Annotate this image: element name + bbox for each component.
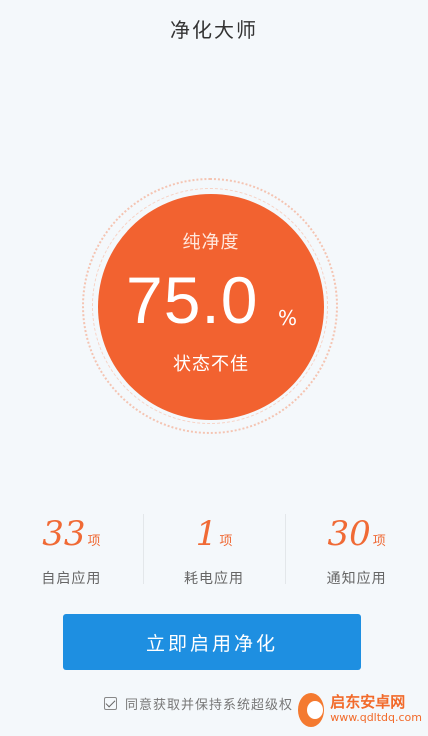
app-title: 净化大师 [170,18,258,42]
stat-autostart[interactable]: 33 项 自启应用 [0,508,143,592]
stat-label: 自启应用 [41,571,102,587]
stat-unit: 项 [87,534,101,549]
stat-unit: 项 [219,534,233,549]
watermark-name: 启东安卓网 [330,693,406,711]
gauge-status: 状态不佳 [173,354,249,375]
gauge-value: 75.0 [126,263,259,337]
watermark: 启东安卓网 www.qdltdq.com [298,690,422,730]
stat-power[interactable]: 1项 耗电应用 [142,508,286,592]
stat-unit: 项 [372,534,386,549]
agreement-checkbox[interactable] [104,697,117,710]
watermark-logo-icon [298,693,325,727]
stats-row: 33 项 自启应用 1项 耗电应用 30 项 通知应用 [0,508,428,592]
watermark-url: www.qdltdq.com [330,711,422,724]
gauge-unit: % [278,306,298,330]
stat-label: 通知应用 [326,571,387,587]
stat-number: 33 [42,514,86,554]
stat-number: 1 [195,514,218,554]
stat-number: 30 [327,514,371,554]
agreement-text: 同意获取并保持系统超级权 [125,698,294,713]
stat-label: 耗电应用 [184,571,244,587]
gauge-label: 纯净度 [182,232,240,253]
stat-notification[interactable]: 30 项 通知应用 [285,508,428,592]
enable-purify-button[interactable]: 立即启用净化 [63,614,361,670]
purity-gauge: 纯净度 75.0 % 状态不佳 [98,194,324,420]
agreement-row[interactable]: 同意获取并保持系统超级权 [104,694,293,713]
